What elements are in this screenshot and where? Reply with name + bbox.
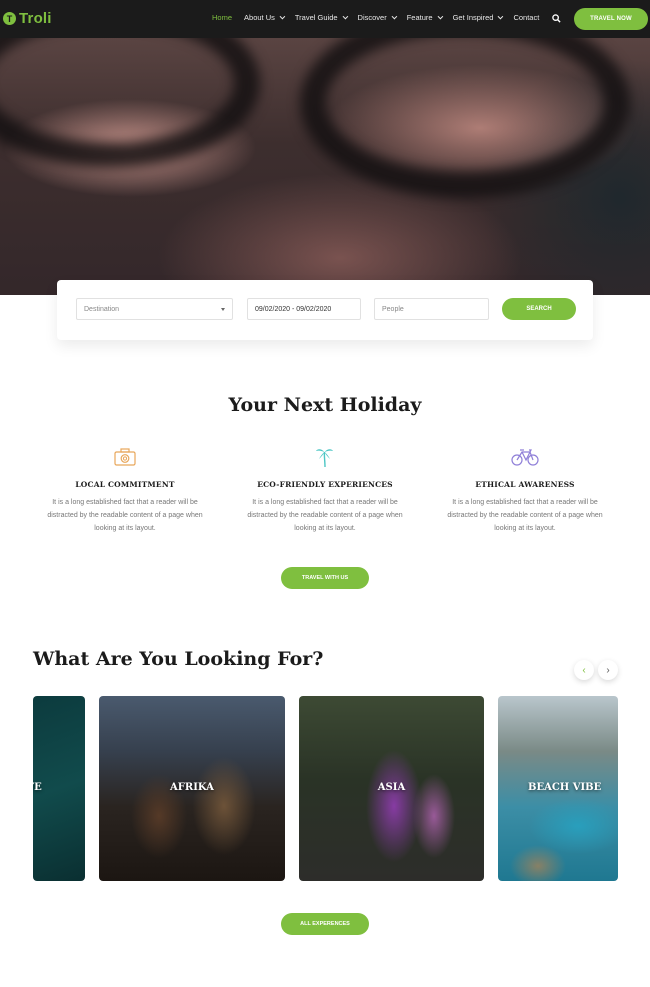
nav-item-get-inspired[interactable]: Get Inspired — [452, 13, 504, 22]
feature-ethical-awareness: ETHICAL AWARENESS It is a long establish… — [440, 446, 610, 535]
main-nav: Home About Us Travel Guide Discover Feat… — [212, 13, 551, 22]
chevron-down-icon — [498, 13, 504, 19]
search-icon[interactable] — [552, 14, 561, 23]
feature-eco-friendly: ECO-FRIENDLY EXPERIENCES It is a long es… — [240, 446, 410, 535]
search-button[interactable]: SEARCH — [502, 298, 576, 320]
feature-title: ETHICAL AWARENESS — [475, 480, 575, 489]
experience-card[interactable]: FE — [33, 696, 85, 881]
caret-down-icon — [221, 308, 225, 311]
feature-text: It is a long established fact that a rea… — [247, 499, 403, 532]
nav-item-travel-guide[interactable]: Travel Guide — [294, 13, 348, 22]
destination-select[interactable]: Destination — [76, 298, 233, 320]
all-experiences-button[interactable]: ALL EXPERENCES — [281, 913, 369, 935]
experience-card-beach-vibe[interactable]: BEACH VIBE — [498, 696, 618, 881]
chevron-down-icon — [279, 13, 286, 19]
hero-image — [0, 38, 650, 303]
feature-local-commitment: LOCAL COMMITMENT It is a long establishe… — [40, 446, 210, 535]
destination-placeholder: Destination — [84, 305, 120, 313]
site-header: T Troli Home About Us Travel Guide Disco… — [0, 0, 650, 38]
section-title-looking: What Are You Looking For? — [33, 648, 324, 670]
travel-now-button[interactable]: TRAVEL NOW — [574, 8, 648, 30]
hero-glasses-shape — [300, 38, 630, 198]
nav-item-contact[interactable]: Contact — [513, 13, 539, 22]
feature-title: LOCAL COMMITMENT — [75, 480, 175, 489]
camera-icon — [114, 448, 136, 466]
card-label: BEACH VIBE — [528, 782, 602, 793]
chevron-down-icon — [391, 13, 397, 19]
nav-label: About Us — [244, 13, 275, 22]
nav-label: Discover — [357, 13, 387, 22]
date-range-value: 09/02/2020 - 09/02/2020 — [255, 305, 332, 313]
feature-title: ECO-FRIENDLY EXPERIENCES — [257, 480, 393, 489]
chevron-down-icon — [342, 13, 348, 19]
nav-item-discover[interactable]: Discover — [357, 13, 397, 22]
nav-label: Contact — [513, 13, 540, 22]
nav-label: Travel Guide — [294, 13, 338, 22]
nav-label: Home — [212, 13, 233, 22]
chevron-down-icon — [437, 13, 443, 19]
feature-text: It is a long established fact that a rea… — [447, 499, 603, 532]
section-title-holiday: Your Next Holiday — [228, 394, 422, 416]
people-placeholder: People — [382, 305, 404, 313]
nav-item-feature[interactable]: Feature — [406, 13, 443, 22]
people-input[interactable]: People — [374, 298, 489, 320]
nav-label: Feature — [406, 13, 433, 22]
card-label: ASIA — [377, 782, 406, 793]
card-label: AFRIKA — [170, 782, 214, 793]
brand-logo[interactable]: T Troli — [3, 10, 52, 27]
bicycle-icon — [511, 449, 539, 466]
date-range-input[interactable]: 09/02/2020 - 09/02/2020 — [247, 298, 361, 320]
experience-card-afrika[interactable]: AFRIKA — [99, 696, 285, 881]
nav-label: Get Inspired — [452, 13, 494, 22]
experience-card-asia[interactable]: ASIA — [299, 696, 484, 881]
search-panel: Destination 09/02/2020 - 09/02/2020 Peop… — [57, 280, 593, 340]
travel-with-us-button[interactable]: TRAVEL WITH US — [281, 567, 369, 589]
slider-next-button[interactable]: › — [598, 660, 618, 680]
card-label: FE — [33, 782, 42, 793]
nav-item-about-us[interactable]: About Us — [244, 13, 286, 22]
brand-name: Troli — [19, 10, 52, 27]
nav-item-home[interactable]: Home — [212, 13, 232, 22]
feature-text: It is a long established fact that a rea… — [47, 499, 203, 532]
palm-tree-icon — [316, 449, 333, 468]
hero-glasses-shape — [0, 38, 260, 168]
logo-mark-icon: T — [3, 12, 16, 25]
slider-prev-button[interactable]: ‹ — [574, 660, 594, 680]
